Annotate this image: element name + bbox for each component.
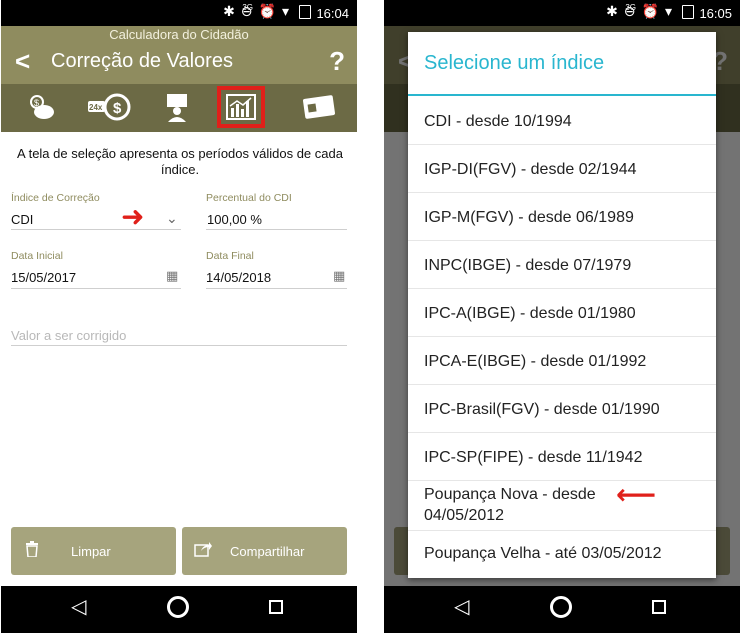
indice-label: Índice de Correção	[11, 192, 100, 204]
option-item[interactable]: IGP-M(FGV) - desde 06/1989	[424, 207, 704, 228]
nav-home-icon[interactable]	[550, 596, 572, 618]
percentual-input[interactable]: 100,00 %	[207, 212, 262, 227]
nav-home-icon[interactable]	[167, 596, 189, 618]
savings-icon[interactable]: $	[21, 90, 61, 124]
dialog-title-rule	[408, 94, 716, 96]
option-item[interactable]: Poupança Nova - desde 04/05/2012	[424, 484, 624, 526]
indice-underline	[11, 229, 181, 230]
phone-screen-left: 3G ✱⊖⏰▾ 16:04 Calculadora do Cidadão < C…	[1, 0, 357, 633]
investment-icon[interactable]	[157, 90, 197, 124]
option-item[interactable]: Poupança Velha - até 03/05/2012	[424, 543, 704, 564]
divider	[408, 384, 716, 385]
installments-label: 24x	[89, 103, 103, 112]
data-final-underline	[206, 288, 347, 289]
nav-back-icon[interactable]: ◁	[454, 594, 469, 618]
installments-icon[interactable]: $24x	[87, 90, 131, 124]
status-time: 16:04	[316, 6, 349, 21]
app-title: Calculadora do Cidadão	[109, 27, 249, 42]
chevron-down-icon[interactable]: ⌄	[166, 211, 178, 227]
data-inicial-underline	[11, 288, 181, 289]
data-final-input[interactable]: 14/05/2018	[206, 270, 271, 285]
divider	[408, 240, 716, 241]
help-icon[interactable]: ?	[329, 46, 345, 77]
nav-recents-icon[interactable]	[269, 600, 283, 614]
data-inicial-input[interactable]: 15/05/2017	[11, 270, 76, 285]
status-bar: 3G ✱⊖⏰▾ 16:05	[384, 0, 740, 26]
nav-back-icon[interactable]: ◁	[71, 594, 86, 618]
page-title: Correção de Valores	[51, 50, 233, 72]
percentual-label: Percentual do CDI	[206, 192, 292, 204]
calculator-tabs: $ $24x	[1, 84, 357, 132]
divider	[408, 530, 716, 531]
share-icon	[194, 541, 212, 562]
svg-text:$: $	[113, 100, 122, 117]
data-inicial-label: Data Inicial	[11, 250, 63, 262]
divider	[408, 288, 716, 289]
battery-icon	[299, 5, 311, 19]
calendar-icon[interactable]: ▦	[166, 269, 178, 284]
option-item[interactable]: INPC(IBGE) - desde 07/1979	[424, 255, 704, 276]
valor-input[interactable]: Valor a ser corrigido	[11, 328, 126, 343]
status-time: 16:05	[699, 6, 732, 21]
option-item[interactable]: IPC-SP(FIPE) - desde 11/1942	[424, 447, 704, 468]
option-item[interactable]: IPC-A(IBGE) - desde 01/1980	[424, 303, 704, 324]
trash-icon	[25, 540, 39, 562]
share-button[interactable]: Compartilhar	[182, 527, 347, 575]
info-text: A tela de seleção apresenta os períodos …	[17, 146, 343, 177]
clear-button[interactable]: Limpar	[11, 527, 176, 575]
data-final-label: Data Final	[206, 250, 254, 262]
divider	[408, 480, 716, 481]
red-arrow-annotation: ⟵	[616, 478, 657, 511]
option-item[interactable]: IGP-DI(FGV) - desde 02/1944	[424, 159, 704, 180]
indice-select[interactable]: CDI	[11, 212, 33, 227]
share-label: Compartilhar	[230, 543, 305, 559]
android-nav-bar: ◁	[1, 586, 357, 633]
status-icons: ✱⊖⏰▾	[223, 4, 295, 20]
chart-icon[interactable]	[217, 86, 265, 128]
status-icons: ✱⊖⏰▾	[606, 4, 678, 20]
back-arrow-icon[interactable]: <	[15, 46, 30, 77]
status-bar: 3G ✱⊖⏰▾ 16:04	[1, 0, 357, 26]
dialog-title: Selecione um índice	[424, 52, 605, 74]
divider	[408, 192, 716, 193]
option-item[interactable]: CDI - desde 10/1994	[424, 111, 704, 132]
battery-icon	[682, 5, 694, 19]
divider	[408, 432, 716, 433]
app-bar: Calculadora do Cidadão < Correção de Val…	[1, 26, 357, 84]
option-item[interactable]: IPC-Brasil(FGV) - desde 01/1990	[424, 399, 704, 420]
android-nav-bar: ◁	[384, 586, 740, 633]
phone-screen-right: 3G ✱⊖⏰▾ 16:05 < ? Selecione um índice CD…	[384, 0, 740, 633]
index-select-dialog: Selecione um índice CDI - desde 10/1994 …	[408, 32, 716, 578]
option-item[interactable]: IPCA-E(IBGE) - desde 01/1992	[424, 351, 704, 372]
divider	[408, 144, 716, 145]
clear-label: Limpar	[71, 543, 111, 559]
card-icon[interactable]	[299, 90, 339, 124]
nav-recents-icon[interactable]	[652, 600, 666, 614]
divider	[408, 336, 716, 337]
calendar-icon[interactable]: ▦	[333, 269, 345, 284]
percentual-underline	[206, 229, 347, 230]
valor-underline	[11, 345, 347, 346]
